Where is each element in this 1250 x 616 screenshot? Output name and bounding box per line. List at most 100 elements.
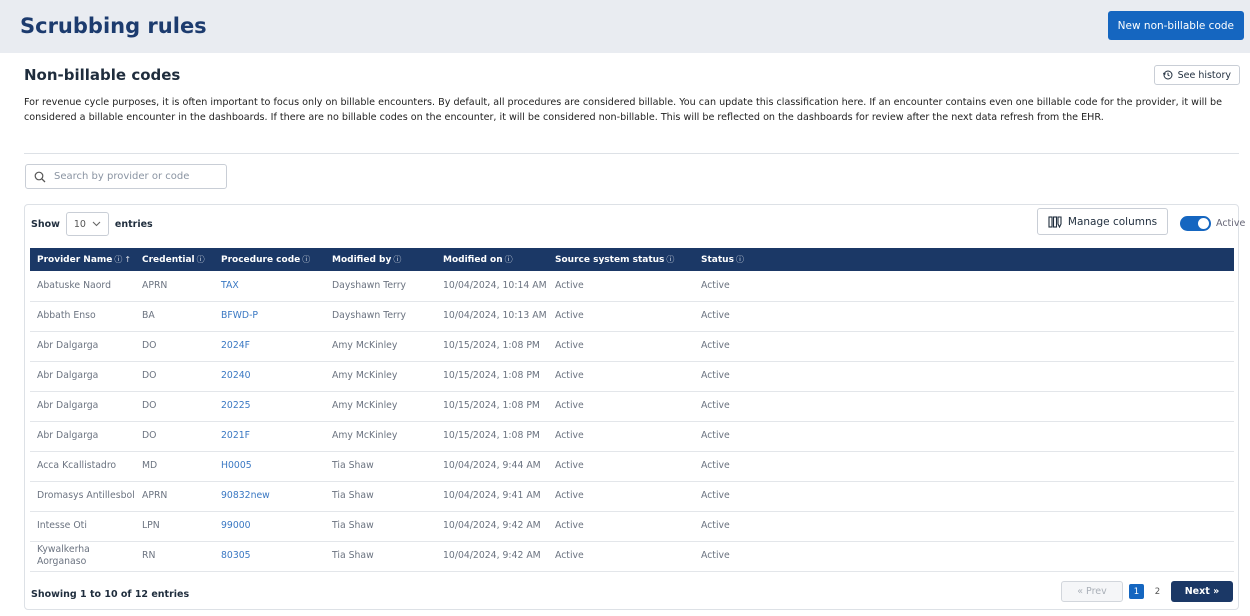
toggle-knob	[1198, 218, 1209, 229]
modified-on-cell: 10/15/2024, 1:08 PM	[443, 340, 540, 351]
procedure-code-cell[interactable]: H0005	[214, 451, 325, 481]
see-history-label: See history	[1177, 69, 1231, 81]
table-header-row: Provider Name ⓘ ↑ Credential ⓘ Procedure co…	[30, 248, 1234, 271]
info-icon: ⓘ	[393, 255, 402, 264]
procedure-code-cell[interactable]: 20225	[214, 391, 325, 421]
table-row[interactable]: Intesse Oti LPN 99000 Tia Shaw 10/04/2024, 9…	[30, 511, 1234, 541]
section-title: Non-billable codes	[24, 66, 181, 84]
source-status-cell: Active	[555, 340, 584, 351]
column-header[interactable]: Modified by ⓘ	[325, 248, 436, 271]
chevron-down-icon	[92, 221, 101, 227]
active-toggle-label: Active	[1216, 218, 1246, 229]
top-bar: Scrubbing rules New non-billable code	[0, 0, 1250, 53]
search-icon	[34, 171, 46, 182]
see-history-button[interactable]: See history	[1153, 65, 1240, 85]
table-row[interactable]: Abr Dalgarga DO 20225 Amy McKinley 10/15/202…	[30, 391, 1234, 421]
status-cell: Active	[701, 550, 730, 561]
modified-by-cell: Amy McKinley	[332, 370, 398, 381]
column-header[interactable]: Source system status ⓘ	[548, 248, 694, 271]
source-status-cell: Active	[555, 520, 584, 531]
column-header[interactable]: Credential ⓘ	[135, 248, 214, 271]
provider-name-cell: Abr Dalgarga	[37, 400, 99, 411]
entries-summary: Showing 1 to 10 of 12 entries	[31, 589, 190, 600]
column-header[interactable]: Provider Name ⓘ ↑	[30, 248, 135, 271]
status-cell: Active	[701, 430, 730, 441]
procedure-code-cell[interactable]: 2024F	[214, 331, 325, 361]
procedure-code-cell[interactable]: 20240	[214, 361, 325, 391]
procedure-code-cell[interactable]: BFWD-P	[214, 301, 325, 331]
new-non-billable-code-button[interactable]: New non-billable code	[1107, 11, 1244, 40]
procedure-code-cell[interactable]: 99000	[214, 511, 325, 541]
modified-by-cell: Amy McKinley	[332, 340, 398, 351]
modified-on-cell: 10/04/2024, 9:44 AM	[443, 460, 541, 471]
next-page-button[interactable]: Next »	[1171, 581, 1233, 602]
page-title: Scrubbing rules	[20, 14, 207, 38]
provider-name-cell: Abr Dalgarga	[37, 340, 99, 351]
procedure-code-cell[interactable]: TAX	[214, 271, 325, 301]
active-toggle[interactable]	[1180, 216, 1211, 231]
modified-by-cell: Tia Shaw	[332, 550, 374, 561]
description-text: For revenue cycle purposes, it is often …	[24, 97, 1223, 123]
provider-name-cell: Abatuske Naord	[37, 279, 111, 291]
codes-table: Provider Name ⓘ ↑ Credential ⓘ Procedure co…	[30, 248, 1234, 572]
provider-name-cell: Abr Dalgarga	[37, 430, 99, 441]
source-status-cell: Active	[555, 400, 584, 411]
table-row[interactable]: Abatuske Naord APRN TAX Dayshawn Terry 10/04…	[30, 271, 1234, 301]
manage-columns-button[interactable]: Manage columns	[1037, 208, 1168, 235]
page-2-button[interactable]: 2	[1150, 584, 1165, 599]
entries-select[interactable]: 10	[65, 212, 109, 236]
table-row[interactable]: Abr Dalgarga DO 2021F Amy McKinley 10/15/202…	[30, 421, 1234, 451]
sort-ascending-icon[interactable]: ↑	[124, 255, 131, 264]
table-panel: Show 10 entries Manage columns Active Pr…	[24, 204, 1245, 610]
status-cell: Active	[701, 370, 730, 381]
page-1-button[interactable]: 1	[1129, 584, 1144, 599]
status-cell: Active	[701, 279, 730, 291]
entries-label: entries	[114, 218, 153, 230]
procedure-code-cell[interactable]: 2021F	[214, 421, 325, 451]
modified-by-cell: Dayshawn Terry	[332, 279, 407, 291]
manage-columns-label: Manage columns	[1067, 215, 1158, 228]
modified-on-cell: 10/15/2024, 1:08 PM	[443, 370, 540, 381]
source-status-cell: Active	[555, 279, 584, 291]
credential-cell: DO	[142, 340, 157, 351]
source-status-cell: Active	[555, 430, 584, 441]
info-icon: ⓘ	[504, 255, 513, 264]
provider-name-cell: Acca Kcallistadro	[37, 460, 117, 471]
source-status-cell: Active	[555, 310, 584, 321]
modified-by-cell: Tia Shaw	[332, 520, 374, 531]
modified-by-cell: Dayshawn Terry	[332, 310, 407, 321]
table-row[interactable]: Abr Dalgarga DO 20240 Amy McKinley 10/15/202…	[30, 361, 1234, 391]
table-row[interactable]: Abr Dalgarga DO 2024F Amy McKinley 10/15/202…	[30, 331, 1234, 361]
table-row[interactable]: Acca Kcallistadro MD H0005 Tia Shaw 10/04/20…	[30, 451, 1234, 481]
show-label: Show	[31, 218, 60, 230]
modified-on-cell: 10/04/2024, 10:14 AM	[443, 279, 547, 291]
procedure-code-cell[interactable]: 80305	[214, 541, 325, 571]
credential-cell: LPN	[142, 520, 160, 531]
search-box[interactable]	[25, 164, 227, 189]
table-row[interactable]: Kywalkerha Aorganaso RN 80305 Tia Shaw 10/04…	[30, 541, 1234, 571]
modified-by-cell: Amy McKinley	[332, 400, 398, 411]
procedure-code-cell[interactable]: 90832new	[214, 481, 325, 511]
column-header[interactable]: Procedure code ⓘ	[214, 248, 325, 271]
modified-on-cell: 10/04/2024, 9:42 AM	[443, 520, 541, 531]
table-row[interactable]: Dromasys Antillesbol APRN 90832new Tia Shaw…	[30, 481, 1234, 511]
credential-cell: APRN	[142, 279, 168, 291]
source-status-cell: Active	[555, 460, 584, 471]
status-cell: Active	[701, 340, 730, 351]
source-status-cell: Active	[555, 370, 584, 381]
modified-by-cell: Tia Shaw	[332, 460, 374, 471]
info-icon: ⓘ	[302, 255, 311, 264]
column-header[interactable]: Status ⓘ	[694, 248, 1234, 271]
credential-cell: APRN	[142, 490, 168, 501]
column-header[interactable]: Modified on ⓘ	[436, 248, 548, 271]
credential-cell: MD	[142, 460, 158, 471]
prev-page-button[interactable]: « Prev	[1061, 581, 1123, 602]
table-row[interactable]: Abbath Enso BA BFWD-P Dayshawn Terry 10/04/2…	[30, 301, 1234, 331]
status-cell: Active	[701, 460, 730, 471]
modified-on-cell: 10/15/2024, 1:08 PM	[443, 430, 540, 441]
credential-cell: RN	[142, 550, 156, 561]
main-card: Non-billable codes See history For reven…	[12, 54, 1245, 616]
info-icon: ⓘ	[735, 255, 744, 264]
modified-on-cell: 10/15/2024, 1:08 PM	[443, 400, 540, 411]
search-input[interactable]	[54, 171, 214, 182]
